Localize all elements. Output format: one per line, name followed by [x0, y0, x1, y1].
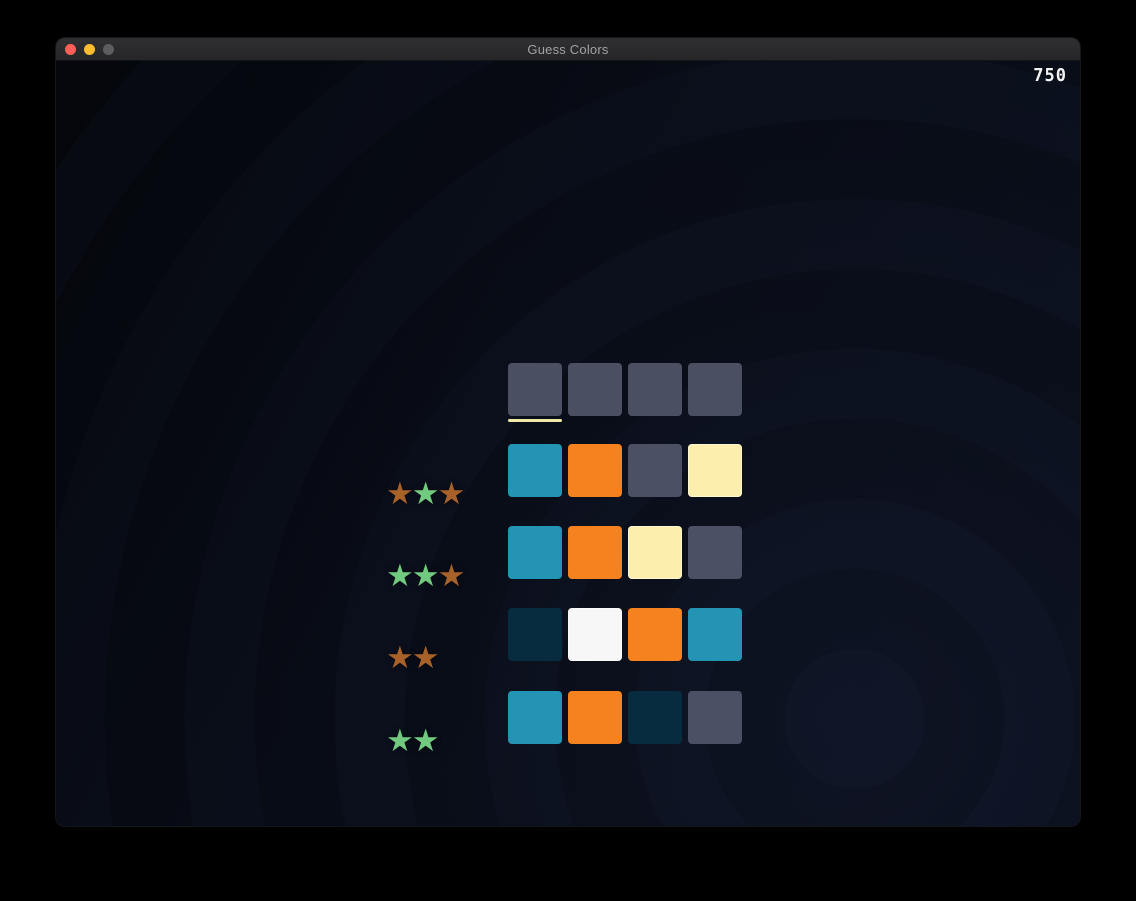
star-correct-icon: ★	[412, 561, 440, 591]
color-square	[628, 608, 682, 661]
color-squares	[508, 526, 742, 579]
window-title: Guess Colors	[527, 42, 608, 57]
color-square	[568, 526, 622, 579]
feedback-stars: ★★★	[386, 477, 463, 511]
guess-slot[interactable]	[508, 363, 562, 416]
traffic-lights	[65, 38, 114, 60]
star-partial-icon: ★	[386, 479, 414, 509]
color-square	[628, 526, 682, 579]
color-square	[568, 444, 622, 497]
color-square	[688, 608, 742, 661]
feedback-stars: ★★	[386, 724, 438, 758]
color-square	[628, 691, 682, 744]
color-square	[508, 526, 562, 579]
current-guess-row	[386, 363, 806, 419]
color-square	[688, 526, 742, 579]
feedback-stars: ★★	[386, 641, 438, 675]
color-squares	[508, 691, 742, 744]
guess-row: ★★	[386, 608, 806, 664]
star-partial-icon: ★	[438, 561, 466, 591]
star-correct-icon: ★	[412, 479, 440, 509]
score-display: 750	[1033, 66, 1067, 87]
guess-slot[interactable]	[628, 363, 682, 416]
guess-row: ★★★	[386, 526, 806, 582]
color-squares	[508, 444, 742, 497]
color-square	[688, 444, 742, 497]
titlebar: Guess Colors	[56, 38, 1080, 61]
minimize-button[interactable]	[84, 44, 95, 55]
color-squares	[508, 363, 742, 416]
color-square	[688, 691, 742, 744]
color-square	[568, 608, 622, 661]
color-square	[508, 444, 562, 497]
star-partial-icon: ★	[438, 479, 466, 509]
zoom-button[interactable]	[103, 44, 114, 55]
star-partial-icon: ★	[386, 643, 414, 673]
star-correct-icon: ★	[386, 726, 414, 756]
game-window: Guess Colors 750 ★★★★★★★★★★	[56, 38, 1080, 826]
star-correct-icon: ★	[386, 561, 414, 591]
game-board: ★★★★★★★★★★	[386, 363, 806, 783]
guess-slot[interactable]	[688, 363, 742, 416]
guess-slot[interactable]	[568, 363, 622, 416]
active-slot-underline	[508, 419, 562, 422]
close-button[interactable]	[65, 44, 76, 55]
game-content: 750 ★★★★★★★★★★	[56, 61, 1080, 826]
color-square	[508, 691, 562, 744]
feedback-stars: ★★★	[386, 559, 463, 593]
color-square	[508, 608, 562, 661]
color-squares	[508, 608, 742, 661]
guess-row: ★★★	[386, 444, 806, 500]
star-partial-icon: ★	[412, 643, 440, 673]
guess-row: ★★	[386, 691, 806, 747]
color-square	[628, 444, 682, 497]
color-square	[568, 691, 622, 744]
star-correct-icon: ★	[412, 726, 440, 756]
